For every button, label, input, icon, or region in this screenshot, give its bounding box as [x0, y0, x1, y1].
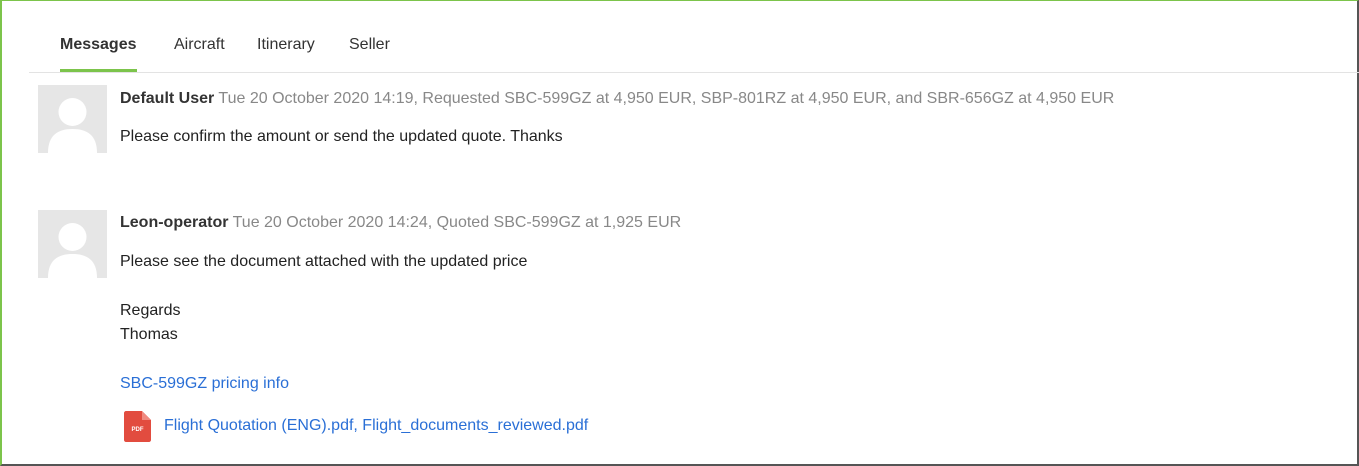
user-silhouette-icon: [38, 210, 107, 278]
attachment-links[interactable]: Flight Quotation (ENG).pdf, Flight_docum…: [164, 416, 588, 436]
message-signoff: Regards: [120, 302, 181, 319]
message-meta: Tue 20 October 2020 14:24, Quoted SBC-59…: [232, 214, 682, 231]
message-author: Leon-operator: [120, 214, 229, 231]
avatar: [38, 210, 107, 278]
tab-bar: Messages Aircraft Itinerary Seller: [29, 1, 1359, 73]
pricing-info-link[interactable]: SBC-599GZ pricing info: [120, 374, 289, 394]
message-header: Default User Tue 20 October 2020 14:19, …: [120, 89, 1114, 109]
message-signature: Thomas: [120, 326, 178, 343]
tab-itinerary[interactable]: Itinerary: [257, 35, 315, 72]
avatar: [38, 85, 107, 153]
tab-messages[interactable]: Messages: [60, 35, 137, 72]
pdf-file-icon[interactable]: PDF: [124, 411, 151, 442]
message-body: Please see the document attached with th…: [120, 253, 528, 270]
message-author: Default User: [120, 90, 215, 107]
svg-text:PDF: PDF: [132, 427, 144, 433]
tab-aircraft[interactable]: Aircraft: [174, 35, 225, 72]
messages-panel: Messages Aircraft Itinerary Seller Defau…: [0, 0, 1359, 466]
user-silhouette-icon: [38, 85, 107, 153]
message-meta: Tue 20 October 2020 14:19, Requested SBC…: [218, 90, 1115, 107]
message-header: Leon-operator Tue 20 October 2020 14:24,…: [120, 213, 681, 233]
message-body: Please confirm the amount or send the up…: [120, 128, 563, 145]
tab-seller[interactable]: Seller: [349, 35, 390, 72]
